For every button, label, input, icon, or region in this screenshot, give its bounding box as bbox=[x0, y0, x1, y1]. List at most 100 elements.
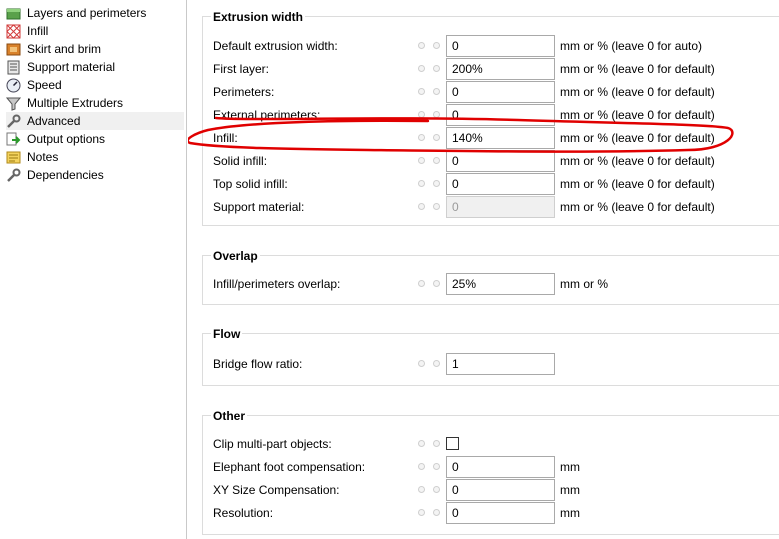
settings-sidebar: Layers and perimeters Infill Skirt and b… bbox=[0, 0, 187, 539]
setting-row-bridge-flow-ratio: Bridge flow ratio: bbox=[203, 353, 779, 375]
setting-row-solid-infill: Solid infill: mm or % (leave 0 for defau… bbox=[203, 150, 779, 172]
infill-perimeters-overlap-input[interactable] bbox=[446, 273, 555, 295]
lock-icon[interactable] bbox=[418, 134, 425, 141]
sidebar-item-speed[interactable]: Speed bbox=[6, 76, 184, 94]
sidebar-item-label: Speed bbox=[27, 78, 62, 92]
setting-label: Support material: bbox=[213, 200, 305, 214]
funnel-icon bbox=[5, 96, 22, 111]
reset-icon[interactable] bbox=[433, 440, 440, 447]
reset-icon[interactable] bbox=[433, 134, 440, 141]
setting-label: External perimeters: bbox=[213, 108, 321, 122]
lock-icon[interactable] bbox=[418, 180, 425, 187]
notes-icon bbox=[6, 150, 21, 165]
unit-label: mm or % (leave 0 for auto) bbox=[560, 39, 703, 53]
sidebar-item-layers-perimeters[interactable]: Layers and perimeters bbox=[6, 4, 184, 22]
lock-icon[interactable] bbox=[418, 111, 425, 118]
perimeters-input[interactable] bbox=[446, 81, 555, 103]
setting-label: Infill/perimeters overlap: bbox=[213, 277, 341, 291]
setting-row-perimeters: Perimeters: mm or % (leave 0 for default… bbox=[203, 81, 779, 103]
setting-label: Resolution: bbox=[213, 506, 274, 520]
unit-label: mm bbox=[560, 460, 580, 474]
setting-label: Clip multi-part objects: bbox=[213, 437, 332, 451]
reset-icon[interactable] bbox=[433, 280, 440, 287]
setting-label: Bridge flow ratio: bbox=[213, 357, 303, 371]
unit-label: mm or % (leave 0 for default) bbox=[560, 108, 715, 122]
default-extrusion-width-input[interactable] bbox=[446, 35, 555, 57]
reset-icon[interactable] bbox=[433, 509, 440, 516]
setting-row-top-solid-infill: Top solid infill: mm or % (leave 0 for d… bbox=[203, 173, 779, 195]
resolution-input[interactable] bbox=[446, 502, 555, 524]
setting-label: Infill: bbox=[213, 131, 238, 145]
setting-row-xy-size-compensation: XY Size Compensation: mm bbox=[203, 479, 779, 501]
elephant-foot-input[interactable] bbox=[446, 456, 555, 478]
unit-label: mm bbox=[560, 506, 580, 520]
sidebar-item-advanced[interactable]: Advanced bbox=[6, 112, 184, 130]
bridge-flow-ratio-input[interactable] bbox=[446, 353, 555, 375]
reset-icon[interactable] bbox=[433, 486, 440, 493]
setting-row-external-perimeters: External perimeters: mm or % (leave 0 fo… bbox=[203, 104, 779, 126]
setting-label: Elephant foot compensation: bbox=[213, 460, 366, 474]
lock-icon[interactable] bbox=[418, 203, 425, 210]
sidebar-item-label: Output options bbox=[27, 132, 106, 146]
xy-size-compensation-input[interactable] bbox=[446, 479, 555, 501]
unit-label: mm bbox=[560, 483, 580, 497]
sidebar-item-infill[interactable]: Infill bbox=[6, 22, 184, 40]
other-group: Other Clip multi-part objects: Elephant … bbox=[202, 409, 779, 535]
lock-icon[interactable] bbox=[418, 65, 425, 72]
reset-icon[interactable] bbox=[433, 157, 440, 164]
unit-label: mm or % (leave 0 for default) bbox=[560, 200, 715, 214]
setting-label: Top solid infill: bbox=[213, 177, 288, 191]
lock-icon[interactable] bbox=[418, 440, 425, 447]
lock-icon[interactable] bbox=[418, 88, 425, 95]
setting-label: Default extrusion width: bbox=[213, 39, 338, 53]
reset-icon[interactable] bbox=[433, 203, 440, 210]
sidebar-item-label: Infill bbox=[27, 24, 49, 38]
group-title: Other bbox=[211, 409, 248, 423]
unit-label: mm or % (leave 0 for default) bbox=[560, 85, 715, 99]
unit-label: mm or % (leave 0 for default) bbox=[560, 177, 715, 191]
reset-icon[interactable] bbox=[433, 463, 440, 470]
reset-icon[interactable] bbox=[433, 88, 440, 95]
solid-infill-input[interactable] bbox=[446, 150, 555, 172]
sidebar-item-skirt-brim[interactable]: Skirt and brim bbox=[6, 40, 184, 58]
infill-input[interactable] bbox=[446, 127, 555, 149]
setting-row-clip-multipart: Clip multi-part objects: bbox=[203, 433, 779, 455]
unit-label: mm or % bbox=[560, 277, 608, 291]
skirt-brim-icon bbox=[6, 42, 21, 57]
lock-icon[interactable] bbox=[418, 360, 425, 367]
sidebar-item-support-material[interactable]: Support material bbox=[6, 58, 184, 76]
sidebar-item-label: Skirt and brim bbox=[27, 42, 102, 56]
reset-icon[interactable] bbox=[433, 111, 440, 118]
speed-icon bbox=[6, 78, 21, 93]
lock-icon[interactable] bbox=[418, 157, 425, 164]
support-material-icon bbox=[6, 60, 21, 75]
sidebar-item-notes[interactable]: Notes bbox=[6, 148, 184, 166]
layers-icon bbox=[6, 6, 21, 21]
lock-icon[interactable] bbox=[418, 486, 425, 493]
sidebar-item-dependencies[interactable]: Dependencies bbox=[6, 166, 184, 184]
sidebar-item-output-options[interactable]: Output options bbox=[6, 130, 184, 148]
external-perimeters-input[interactable] bbox=[446, 104, 555, 126]
sidebar-item-multiple-extruders[interactable]: Multiple Extruders bbox=[5, 94, 184, 112]
sidebar-item-label: Advanced bbox=[27, 114, 81, 128]
reset-icon[interactable] bbox=[433, 42, 440, 49]
reset-icon[interactable] bbox=[433, 360, 440, 367]
reset-icon[interactable] bbox=[433, 65, 440, 72]
lock-icon[interactable] bbox=[418, 280, 425, 287]
top-solid-infill-input[interactable] bbox=[446, 173, 555, 195]
setting-row-elephant-foot: Elephant foot compensation: mm bbox=[203, 456, 779, 478]
lock-icon[interactable] bbox=[418, 463, 425, 470]
unit-label: mm or % (leave 0 for default) bbox=[560, 131, 715, 145]
support-material-input[interactable] bbox=[446, 196, 555, 218]
setting-label: First layer: bbox=[213, 62, 270, 76]
flow-group: Flow Bridge flow ratio: bbox=[202, 327, 779, 386]
lock-icon[interactable] bbox=[418, 509, 425, 516]
sidebar-item-label: Dependencies bbox=[27, 168, 104, 182]
clip-multipart-checkbox[interactable] bbox=[446, 437, 459, 450]
setting-row-infill-perimeters-overlap: Infill/perimeters overlap: mm or % bbox=[203, 273, 779, 295]
reset-icon[interactable] bbox=[433, 180, 440, 187]
lock-icon[interactable] bbox=[418, 42, 425, 49]
first-layer-input[interactable] bbox=[446, 58, 555, 80]
infill-icon bbox=[6, 23, 21, 39]
extrusion-width-group: Extrusion width Default extrusion width:… bbox=[202, 10, 779, 226]
